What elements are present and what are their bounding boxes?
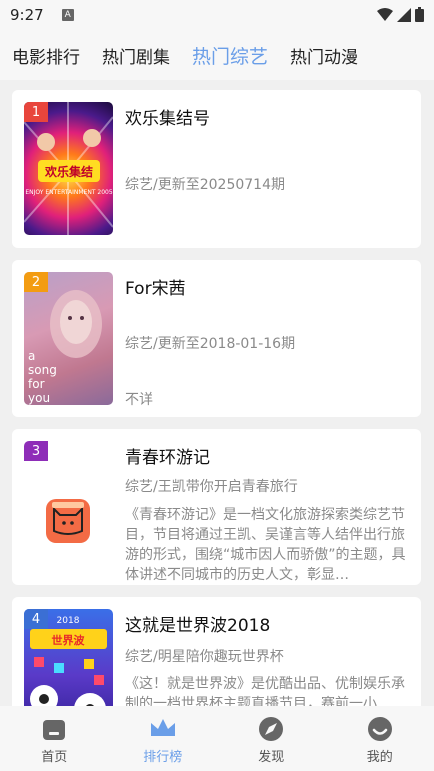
home-icon <box>43 720 66 740</box>
item-title: 这就是世界波2018 <box>125 616 271 636</box>
item-description: 《青春环游记》是一档文化旅游探索类综艺节目，节目将通过王凯、吴谨言等人结伴出行旅… <box>125 507 406 583</box>
tab-anime[interactable]: 热门动漫 <box>290 43 358 68</box>
item-title: 青春环游记 <box>125 448 210 468</box>
wifi-icon <box>377 7 393 21</box>
item-title: 欢乐集结号 <box>125 109 210 129</box>
status-time: 9:27 <box>10 6 44 24</box>
svg-text:for: for <box>28 377 45 391</box>
list-item[interactable]: 3 青春环游记 综艺/王凯带你开启青春旅行 《青春环游记》是一档文化旅游探索类综… <box>12 429 421 585</box>
item-description: 《这！就是世界波》是优酷出品、优制娱乐承制的一档世界杯主题直播节目，赛前一小 <box>125 676 405 706</box>
nav-discover[interactable]: 发现 <box>217 706 326 771</box>
svg-text:世界波: 世界波 <box>52 633 86 647</box>
nav-home[interactable]: 首页 <box>0 706 109 771</box>
notification-icon: A <box>61 9 74 21</box>
rank-badge: 3 <box>24 441 48 461</box>
nav-profile[interactable]: 我的 <box>326 706 434 771</box>
nav-ranking[interactable]: 排行榜 <box>109 706 218 771</box>
svg-text:you: you <box>28 391 50 405</box>
tab-series[interactable]: 热门剧集 <box>102 43 170 68</box>
category-tabs: 电影排行 热门剧集 热门综艺 热门动漫 <box>0 30 434 80</box>
bottom-navigation: 首页 排行榜 发现 我的 <box>0 706 434 771</box>
item-subtitle: 综艺/明星陪你趣玩世界杯 <box>125 649 284 665</box>
rank-badge: 4 <box>24 609 48 629</box>
status-bar: 9:27 A <box>0 0 434 30</box>
item-subtitle: 综艺/更新至20250714期 <box>125 177 285 193</box>
crown-icon <box>150 719 175 736</box>
tab-variety[interactable]: 热门综艺 <box>192 42 268 69</box>
item-description: 不详 <box>125 392 153 408</box>
rank-badge: 1 <box>24 102 48 122</box>
svg-text:欢乐集结: 欢乐集结 <box>44 164 93 179</box>
list-item[interactable]: 欢乐集结 ENJOY ENTERTAINMENT 2005 1 欢乐集结号 综艺… <box>12 90 421 248</box>
rank-badge: 2 <box>24 272 48 292</box>
poster-caption: ENJOY ENTERTAINMENT 2005 <box>25 189 113 196</box>
compass-icon <box>259 717 284 741</box>
smile-icon <box>367 717 392 741</box>
nav-label: 排行榜 <box>143 750 183 765</box>
item-subtitle: 综艺/王凯带你开启青春旅行 <box>125 479 298 495</box>
item-subtitle: 综艺/更新至2018-01-16期 <box>125 336 296 352</box>
battery-icon <box>415 7 424 22</box>
nav-label: 我的 <box>366 750 393 765</box>
status-icons <box>377 7 424 22</box>
poster-caption: 2018 <box>57 616 80 626</box>
item-title: For宋茜 <box>125 279 186 299</box>
list-item[interactable]: a song for you 2 For宋茜 综艺/更新至2018-01-16期… <box>12 260 421 417</box>
nav-label: 首页 <box>41 750 68 765</box>
svg-text:a: a <box>28 349 35 363</box>
tab-movies[interactable]: 电影排行 <box>12 43 80 68</box>
list-item[interactable]: 2018 世界波 4 这就是世界波2018 综艺/明星陪你趣玩世界杯 《这！就是… <box>12 597 421 706</box>
ranking-list: 欢乐集结 ENJOY ENTERTAINMENT 2005 1 欢乐集结号 综艺… <box>0 80 434 706</box>
svg-text:song: song <box>28 363 57 377</box>
signal-icon <box>397 7 411 22</box>
nav-label: 发现 <box>258 750 285 765</box>
